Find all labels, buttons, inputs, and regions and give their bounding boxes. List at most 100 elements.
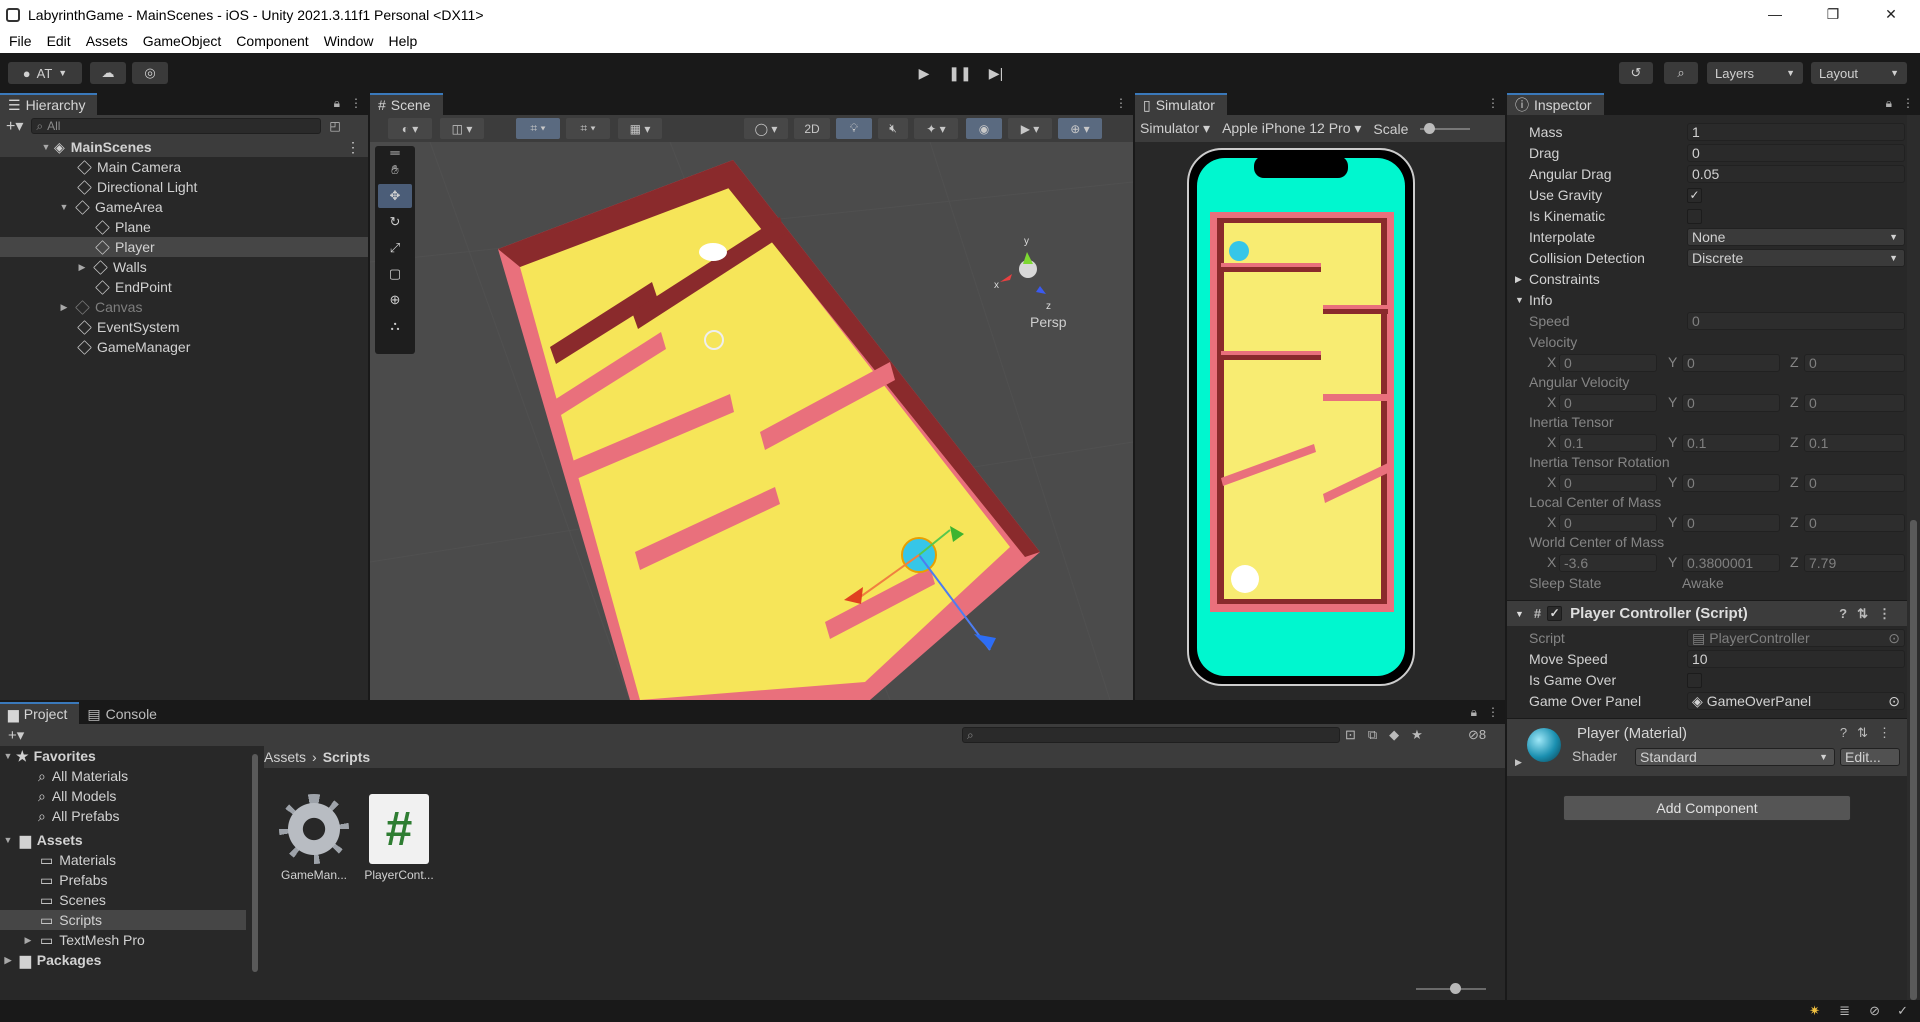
menu-help[interactable]: Help (388, 33, 417, 49)
grid-settings-dropdown[interactable]: ▦ ▾ (618, 118, 662, 139)
folder-prefabs[interactable]: ▭ Prefabs (0, 870, 246, 890)
orientation-gizmo[interactable]: y x z (994, 236, 1051, 312)
more-menu-icon[interactable]: ⋮ (350, 96, 362, 111)
menu-file[interactable]: File (9, 33, 32, 49)
favorite-all-materials[interactable]: ⌕ All Materials (0, 766, 246, 786)
scene-visibility-toggle[interactable]: ◉ (966, 118, 1002, 139)
add-component-button[interactable]: Add Component (1563, 795, 1851, 821)
hierarchy-item-canvas[interactable]: ▶ Canvas (0, 297, 368, 317)
constraints-foldout[interactable]: ▶ Constraints (1507, 269, 1907, 289)
component-actions-icon[interactable]: ?⇅⋮ (1840, 725, 1901, 741)
hierarchy-item-player[interactable]: Player (0, 237, 368, 257)
cloud-button[interactable]: ☁ (90, 62, 126, 84)
project-search-input[interactable]: ⌕ (962, 727, 1340, 743)
hierarchy-item-directional-light[interactable]: Directional Light (0, 177, 368, 197)
audio-toggle[interactable]: 🔇︎ (878, 118, 908, 139)
scale-tool-icon[interactable]: ⤢ (378, 236, 412, 260)
camera-dropdown[interactable]: ▶ ▾ (1008, 118, 1052, 139)
scale-slider[interactable] (1420, 122, 1471, 134)
hierarchy-item-gamearea[interactable]: ▼ GameArea (0, 197, 368, 217)
folder-scenes[interactable]: ▭ Scenes (0, 890, 246, 910)
scene-viewport[interactable]: y x z Persp ═ ✋︎ ✥ ↻ ⤢ ▢ ⊕ ⛬ (370, 142, 1133, 700)
create-icon[interactable]: +▾ (8, 726, 24, 744)
palette-handle[interactable]: ═ (378, 145, 412, 160)
custom-tool-icon[interactable]: ⛬ (378, 314, 412, 338)
move-tool-icon[interactable]: ✥ (378, 184, 412, 208)
folder-tree-scrollbar[interactable] (252, 746, 260, 978)
hierarchy-item-walls[interactable]: ▶ Walls (0, 257, 368, 277)
component-enabled-checkbox[interactable]: ✓ (1547, 606, 1563, 621)
layout-dropdown[interactable]: Layout ▼ (1811, 62, 1907, 84)
menu-component[interactable]: Component (236, 33, 308, 49)
pause-button[interactable]: ❚❚ (942, 62, 978, 84)
hierarchy-item-mainscenes[interactable]: ▼ ◈ MainScenes ⋮ (0, 137, 368, 157)
progress-check-icon[interactable]: ✓ (1897, 1003, 1908, 1019)
angular-drag-field[interactable]: 0.05 (1687, 165, 1905, 183)
transform-tool-icon[interactable]: ⊕ (378, 288, 412, 312)
grid-snapping-toggle[interactable]: ⌗ ▾ (516, 118, 560, 139)
tab-inspector[interactable]: ⓘ Inspector (1507, 93, 1604, 115)
player-controller-header[interactable]: ▼ # ✓ Player Controller (Script) ?⇅⋮ (1507, 600, 1907, 626)
shading-dropdown[interactable]: ◯ ▾ (744, 118, 788, 139)
scene-visibility-icon[interactable]: ◰ (329, 119, 340, 133)
hidden-packages-toggle[interactable]: ⊘8 (1468, 727, 1486, 743)
collision-dropdown[interactable]: Discrete ▼ (1687, 249, 1905, 267)
more-menu-icon[interactable]: ⋮ (1487, 96, 1499, 110)
asset-gamemanager[interactable]: GameMan... (274, 794, 354, 882)
draw-mode-dropdown[interactable]: ◐ ▾ (388, 118, 432, 139)
assets-folder[interactable]: ▼ ▆ Assets (0, 830, 246, 850)
rotate-tool-icon[interactable]: ↻ (378, 210, 412, 234)
interpolate-dropdown[interactable]: None ▼ (1687, 228, 1905, 246)
info-foldout[interactable]: ▼ Info (1507, 290, 1907, 310)
tab-project[interactable]: ▆ Project (0, 702, 80, 724)
move-speed-field[interactable]: 10 (1687, 650, 1905, 668)
more-menu-icon[interactable]: ⋮ (346, 139, 360, 156)
hierarchy-item-main-camera[interactable]: Main Camera (0, 157, 368, 177)
menu-window[interactable]: Window (324, 33, 374, 49)
favorite-all-prefabs[interactable]: ⌕ All Prefabs (0, 806, 246, 826)
more-menu-icon[interactable]: ⋮ (1487, 705, 1499, 720)
maximize-button[interactable]: ❐ (1804, 0, 1862, 29)
effects-dropdown[interactable]: ✦ ▾ (914, 118, 958, 139)
2d-toggle[interactable]: 2D (794, 118, 830, 139)
layers-dropdown[interactable]: Layers ▼ (1707, 62, 1803, 84)
tab-console[interactable]: ▤ Console (79, 702, 169, 724)
simulator-mode-dropdown[interactable]: Simulator ▾ (1140, 120, 1210, 137)
shader-edit-button[interactable]: Edit... (1840, 748, 1900, 766)
gizmos-dropdown[interactable]: ⊕ ▾ (1058, 118, 1102, 139)
use-gravity-checkbox[interactable]: ✓ (1687, 188, 1702, 203)
collapsed-arrow-icon[interactable]: ▶ (1515, 757, 1522, 768)
step-button[interactable]: ▶| (978, 62, 1014, 84)
collab-button[interactable]: ◎ (132, 62, 168, 84)
add-icon[interactable]: +▾ (6, 116, 23, 136)
more-menu-icon[interactable]: ⋮ (1115, 96, 1127, 110)
breadcrumb-assets[interactable]: Assets (264, 749, 306, 765)
hand-tool-icon[interactable]: ✋︎ (378, 158, 412, 182)
lock-icon[interactable]: 🔒︎ (334, 96, 340, 111)
mass-field[interactable]: 1 (1687, 123, 1905, 141)
icon-size-slider[interactable] (1416, 983, 1486, 994)
render-mode-dropdown[interactable]: ◫ ▾ (440, 118, 484, 139)
device-dropdown[interactable]: Apple iPhone 12 Pro ▾ (1222, 120, 1361, 137)
lighting-toggle[interactable]: 💡︎ (836, 118, 872, 139)
minimize-button[interactable]: — (1746, 0, 1804, 29)
filter-icons[interactable]: ⊡⧉◆★ (1345, 727, 1435, 743)
cache-server-icon[interactable]: ≣ (1839, 1003, 1850, 1019)
inspector-scrollbar[interactable] (1907, 115, 1920, 1000)
hierarchy-search-input[interactable]: ⌕ All (31, 118, 322, 134)
asset-playercontroller[interactable]: # PlayerCont... (359, 794, 439, 882)
folder-textmesh-pro[interactable]: ▶ ▭ TextMesh Pro (0, 930, 246, 950)
simulator-viewport[interactable] (1135, 142, 1505, 700)
menu-assets[interactable]: Assets (86, 33, 128, 49)
tab-scene[interactable]: # Scene (370, 93, 443, 115)
tab-hierarchy[interactable]: ☰ Hierarchy (0, 93, 98, 115)
hierarchy-item-endpoint[interactable]: EndPoint (0, 277, 368, 297)
favorite-all-models[interactable]: ⌕ All Models (0, 786, 246, 806)
folder-materials[interactable]: ▭ Materials (0, 850, 246, 870)
hierarchy-item-plane[interactable]: Plane (0, 217, 368, 237)
hierarchy-item-gamemanager[interactable]: GameManager (0, 337, 368, 357)
shader-dropdown[interactable]: Standard ▼ (1635, 748, 1835, 766)
packages-folder[interactable]: ▶ ▆ Packages (0, 950, 246, 970)
component-actions-icon[interactable]: ?⇅⋮ (1839, 606, 1901, 622)
network-icon[interactable]: ⊘ (1869, 1003, 1880, 1019)
